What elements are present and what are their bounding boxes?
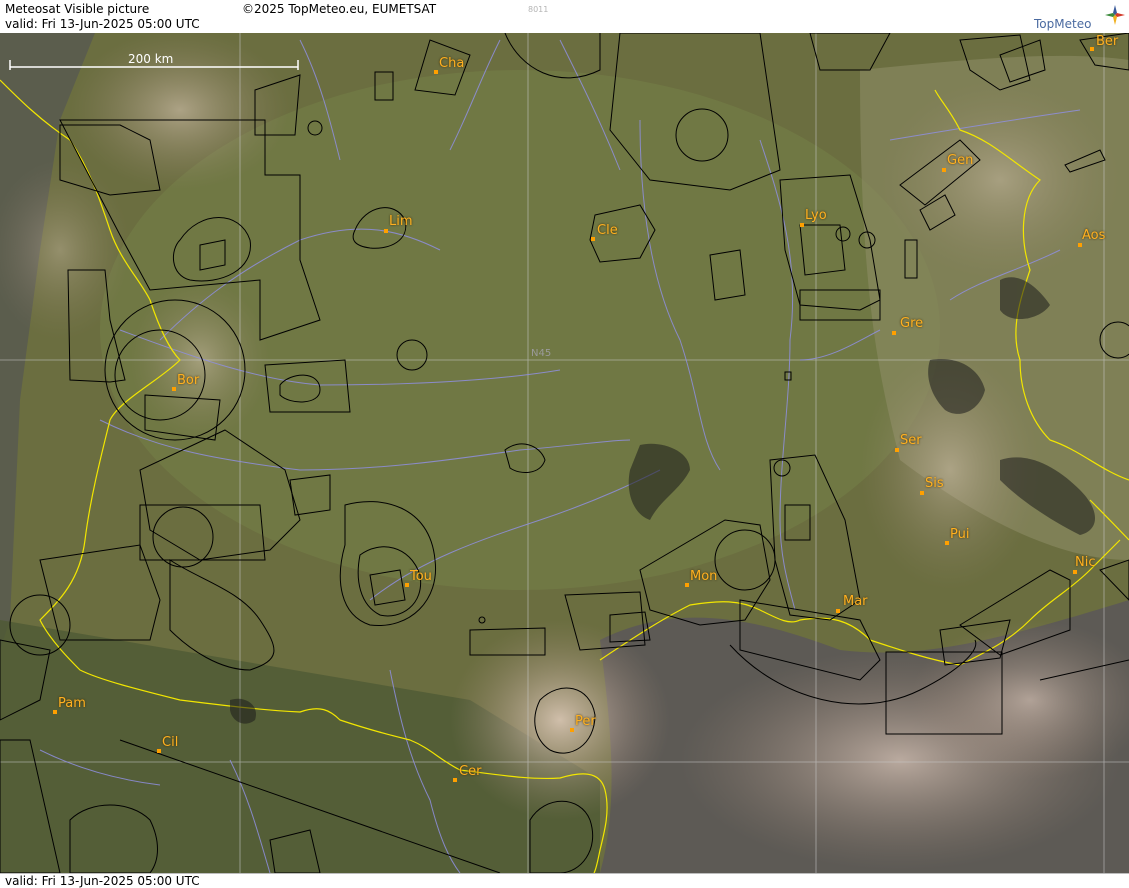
- city-label-nic[interactable]: Nic: [1075, 556, 1095, 570]
- city-label-bor[interactable]: Bor: [177, 374, 199, 388]
- city-label-sis[interactable]: Sis: [925, 477, 944, 491]
- copyright-text: ©2025 TopMeteo.eu, EUMETSAT: [242, 2, 437, 16]
- city-marker-gre[interactable]: [892, 331, 896, 335]
- satellite-map[interactable]: 200 km N45 Cha Ber Gen Lim Cle Lyo Aos G…: [0, 33, 1129, 873]
- city-marker-pam[interactable]: [53, 710, 57, 714]
- city-label-ber[interactable]: Ber: [1096, 35, 1118, 49]
- scale-label: 200 km: [128, 52, 174, 66]
- city-marker-tou[interactable]: [405, 583, 409, 587]
- city-label-aos[interactable]: Aos: [1082, 229, 1105, 243]
- city-label-mon[interactable]: Mon: [690, 570, 717, 584]
- city-marker-lyo[interactable]: [800, 223, 804, 227]
- footer-valid-time-text: valid: Fri 13-Jun-2025 05:00 UTC: [5, 874, 200, 888]
- city-marker-cer[interactable]: [453, 778, 457, 782]
- city-marker-mon[interactable]: [685, 583, 689, 587]
- city-marker-nic[interactable]: [1073, 570, 1077, 574]
- city-label-pui[interactable]: Pui: [950, 528, 969, 542]
- city-label-ser[interactable]: Ser: [900, 434, 922, 448]
- city-label-lyo[interactable]: Lyo: [805, 209, 827, 223]
- city-label-gen[interactable]: Gen: [947, 154, 973, 168]
- city-marker-per[interactable]: [570, 728, 574, 732]
- city-marker-aos[interactable]: [1078, 243, 1082, 247]
- city-label-pam[interactable]: Pam: [58, 697, 86, 711]
- latitude-label: N45: [531, 348, 552, 359]
- city-marker-lim[interactable]: [384, 229, 388, 233]
- city-marker-cha[interactable]: [434, 70, 438, 74]
- valid-time-text: valid: Fri 13-Jun-2025 05:00 UTC: [5, 17, 200, 31]
- city-label-lim[interactable]: Lim: [389, 215, 413, 229]
- city-label-mar[interactable]: Mar: [843, 595, 868, 609]
- topmeteo-logo[interactable]: TopMeteo: [1034, 2, 1128, 32]
- city-label-cle[interactable]: Cle: [597, 224, 618, 238]
- city-label-gre[interactable]: Gre: [900, 317, 923, 331]
- logo-text: TopMeteo: [1034, 17, 1092, 31]
- city-marker-ber[interactable]: [1090, 47, 1094, 51]
- city-marker-cil[interactable]: [157, 749, 161, 753]
- city-label-cil[interactable]: Cil: [162, 736, 178, 750]
- city-marker-gen[interactable]: [942, 168, 946, 172]
- city-marker-sis[interactable]: [920, 491, 924, 495]
- city-label-cha[interactable]: Cha: [439, 57, 464, 71]
- city-label-tou[interactable]: Tou: [410, 570, 432, 584]
- header-bar: Meteosat Visible picture ©2025 TopMeteo.…: [0, 0, 1129, 34]
- footer-bar: valid: Fri 13-Jun-2025 05:00 UTC: [0, 873, 1129, 888]
- image-id-text: 8011: [528, 5, 549, 14]
- product-title: Meteosat Visible picture: [5, 2, 150, 16]
- city-marker-bor[interactable]: [172, 387, 176, 391]
- city-marker-mar[interactable]: [836, 609, 840, 613]
- city-label-cer[interactable]: Cer: [459, 765, 481, 779]
- city-label-per[interactable]: Per: [575, 715, 596, 729]
- city-marker-cle[interactable]: [591, 237, 595, 241]
- city-marker-pui[interactable]: [945, 541, 949, 545]
- city-marker-ser[interactable]: [895, 448, 899, 452]
